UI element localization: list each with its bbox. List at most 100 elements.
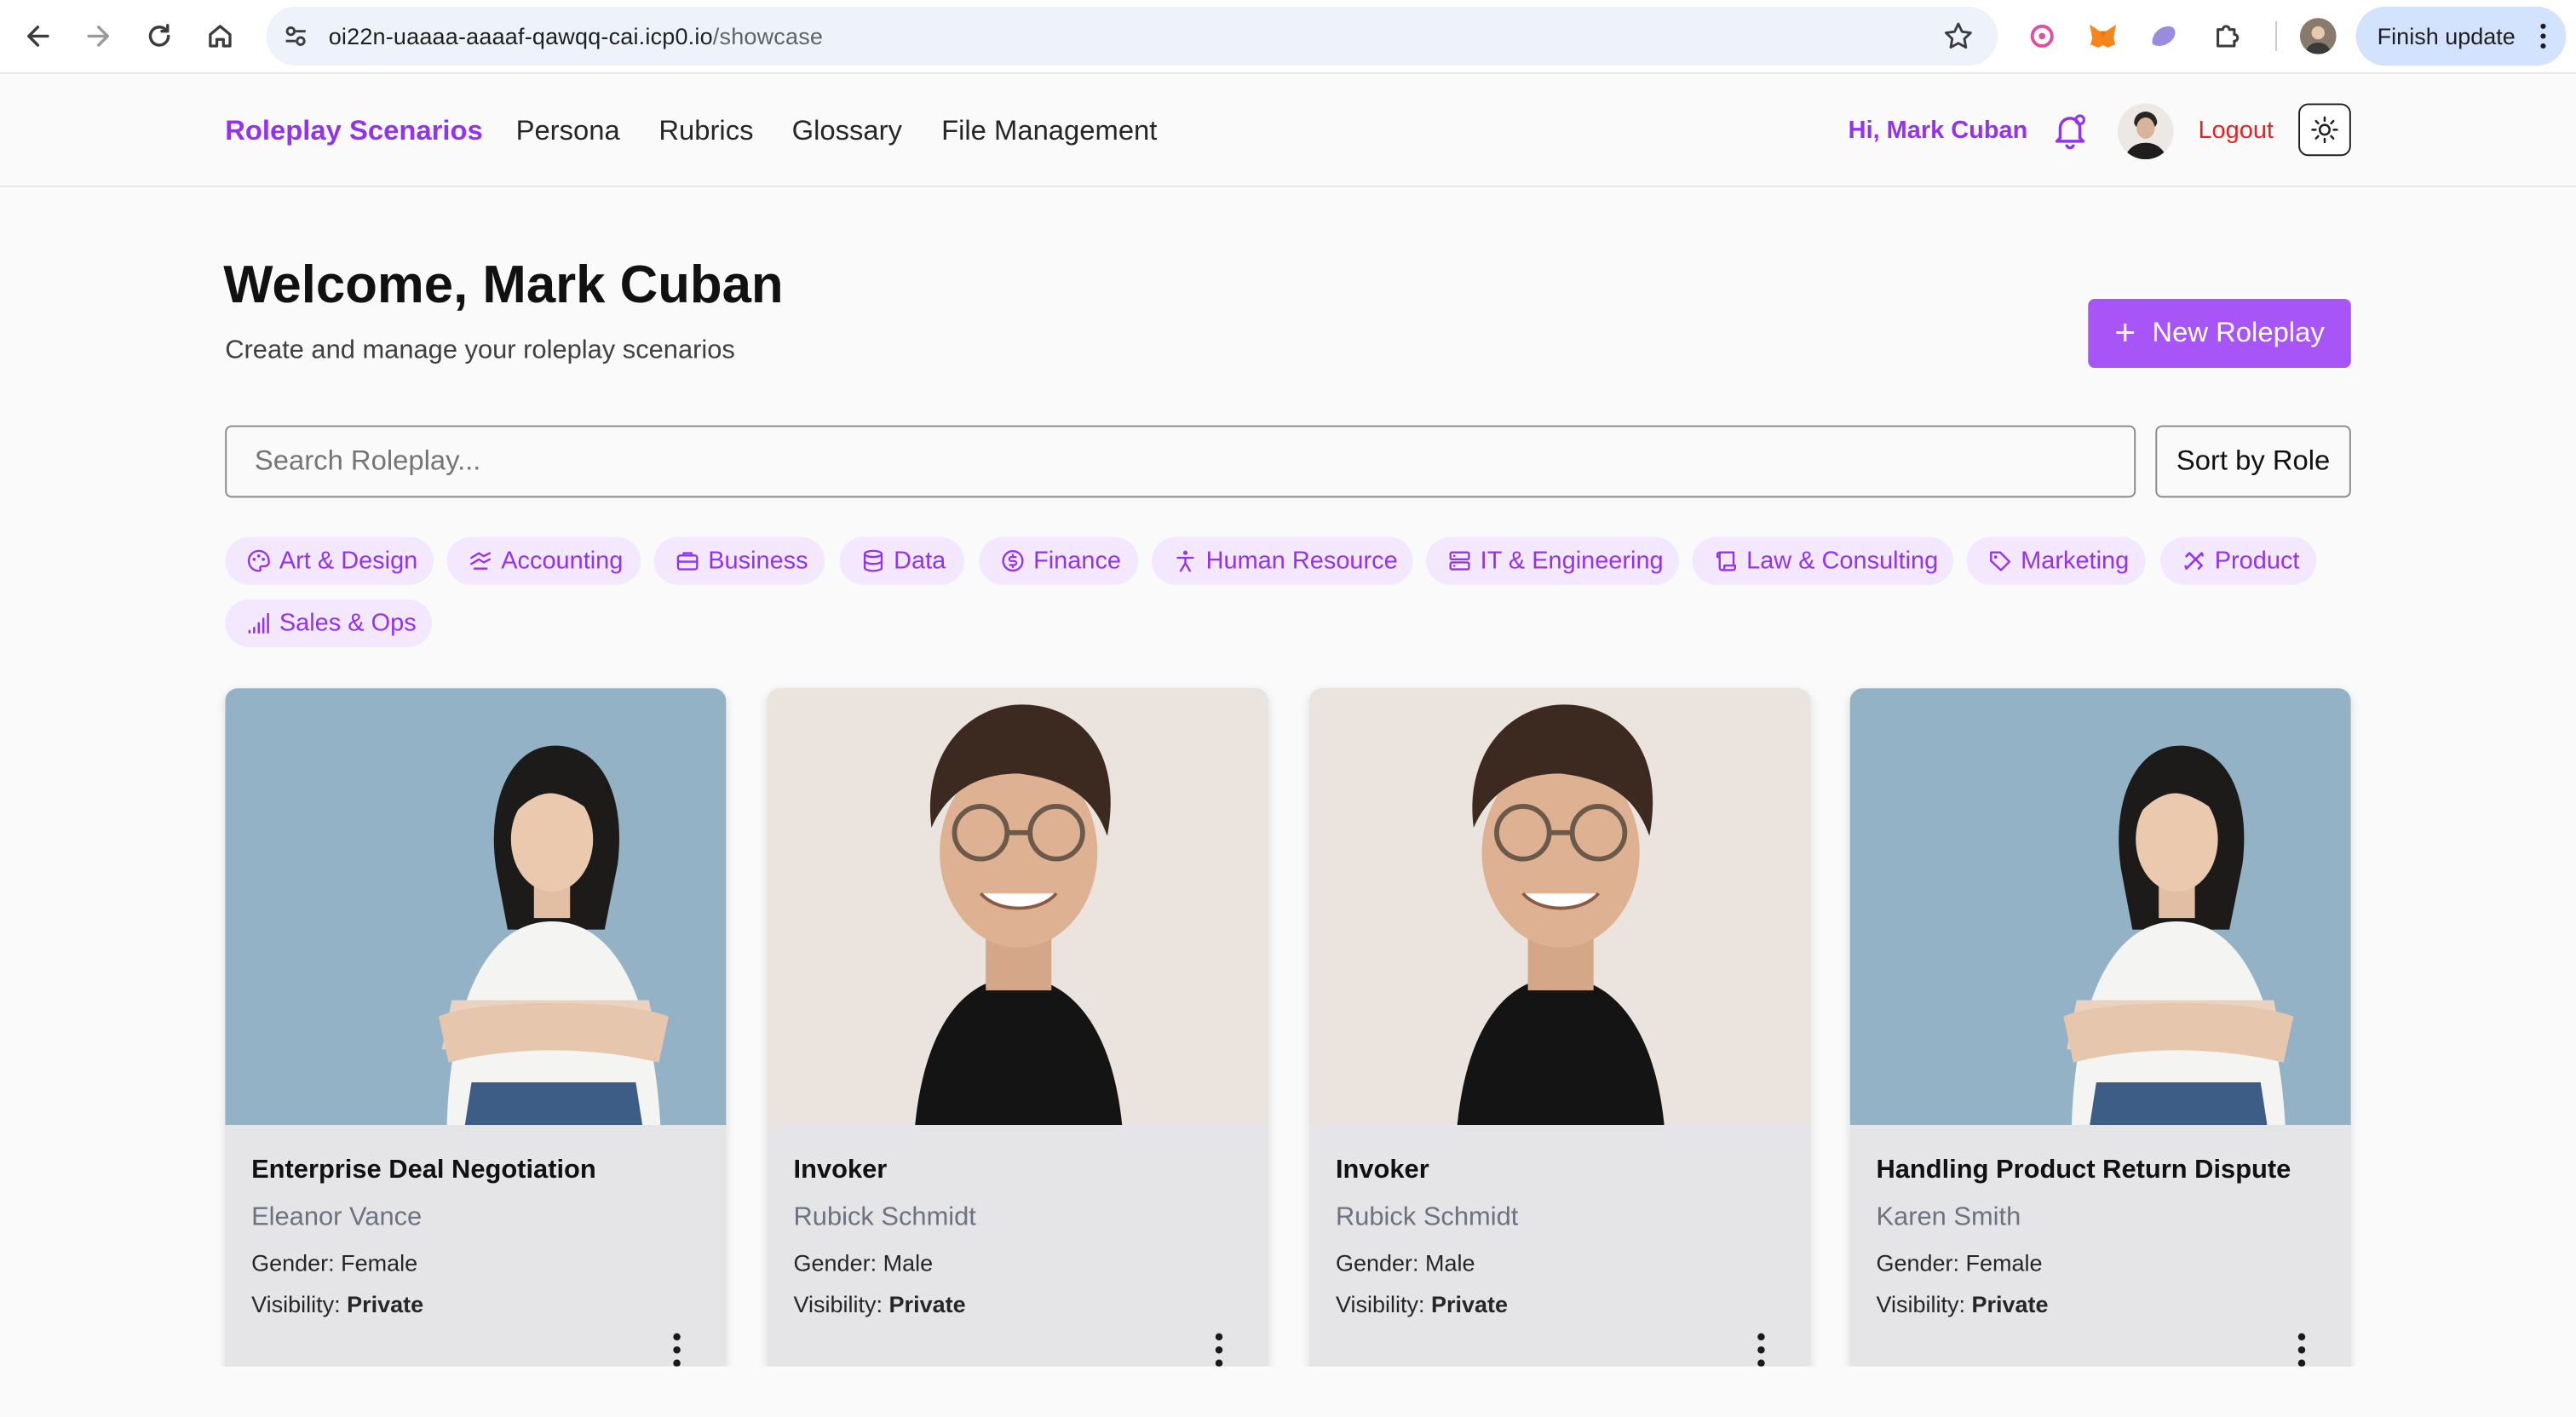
card-visibility: Visibility: Private [251, 1290, 424, 1317]
category-chip-law-consulting[interactable]: Law & Consulting [1692, 536, 1954, 585]
page-title: Welcome, Mark Cuban [223, 254, 784, 314]
category-chip-sales-ops[interactable]: Sales & Ops [225, 599, 433, 647]
card-gender: Gender: Female [1876, 1249, 2043, 1276]
toolbar-divider [2275, 21, 2278, 51]
card-kebab-menu-icon[interactable] [669, 1332, 685, 1367]
logout-link[interactable]: Logout [2198, 117, 2274, 145]
category-chip-accounting[interactable]: Accounting [446, 536, 641, 585]
scroll-icon [1716, 551, 1737, 571]
reload-icon[interactable] [136, 13, 182, 59]
roleplay-card[interactable]: Invoker Rubick Schmidt Gender: Male Visi… [1309, 688, 1811, 1367]
chip-label: IT & Engineering [1480, 547, 1664, 576]
app-window: oi22n-uaaaa-aaaaf-qawqq-cai.icp0.io/show… [0, 0, 2576, 1367]
card-kebab-menu-icon[interactable] [2293, 1332, 2309, 1367]
new-roleplay-button[interactable]: + New Roleplay [2088, 299, 2351, 369]
chip-label: Sales & Ops [279, 609, 417, 638]
card-title: Invoker [1335, 1156, 1429, 1185]
persona-photo [1849, 688, 2351, 1126]
persona-photo [767, 688, 1268, 1126]
card-persona-name: Rubick Schmidt [1335, 1203, 1519, 1232]
kebab-menu-icon [2540, 23, 2546, 49]
category-chip-product[interactable]: Product [2160, 536, 2317, 585]
card-body: Enterprise Deal Negotiation Eleanor Vanc… [225, 1125, 726, 1367]
plus-icon: + [2114, 312, 2136, 353]
category-chip-human-resource[interactable]: Human Resource [1151, 536, 1413, 585]
metamask-fox-icon[interactable] [2084, 18, 2120, 54]
back-arrow-icon[interactable] [14, 13, 60, 59]
bookmark-star-icon[interactable] [1942, 20, 1975, 53]
signal-bars-icon [248, 612, 269, 634]
persona-photo [225, 688, 727, 1126]
extensions-puzzle-icon[interactable] [2210, 18, 2245, 54]
card-gender: Gender: Male [793, 1249, 934, 1276]
dollar-circle-icon [1002, 550, 1024, 572]
nav-rubrics[interactable]: Rubrics [658, 115, 753, 148]
notification-bell-icon[interactable] [2049, 110, 2091, 152]
card-visibility: Visibility: Private [793, 1290, 966, 1317]
chip-label: Product [2214, 547, 2300, 576]
tools-icon [2184, 552, 2204, 570]
finish-update-label: Finish update [2377, 23, 2516, 49]
category-chip-business[interactable]: Business [653, 536, 825, 585]
roleplay-card[interactable]: Invoker Rubick Schmidt Gender: Male Visi… [767, 688, 1268, 1367]
finish-update-button[interactable]: Finish update [2355, 6, 2567, 66]
roleplay-card[interactable]: Enterprise Deal Negotiation Eleanor Vanc… [225, 688, 727, 1367]
category-chip-marketing[interactable]: Marketing [1966, 536, 2146, 585]
category-chip-art-design[interactable]: Art & Design [225, 536, 434, 585]
card-visibility: Visibility: Private [1335, 1290, 1509, 1317]
card-visibility: Visibility: Private [1876, 1290, 2049, 1317]
card-title: Handling Product Return Dispute [1876, 1156, 2291, 1185]
chip-label: Marketing [2021, 547, 2130, 576]
home-icon[interactable] [197, 13, 243, 59]
card-persona-name: Karen Smith [1876, 1203, 2021, 1232]
app-header: Roleplay Scenarios Persona Rubrics Gloss… [0, 75, 2576, 187]
briefcase-icon [676, 552, 699, 571]
accounting-icon [470, 552, 492, 570]
tag-icon [1990, 551, 2011, 571]
site-settings-icon[interactable] [279, 20, 313, 53]
server-icon [1449, 551, 1470, 571]
category-chip-finance[interactable]: Finance [979, 536, 1139, 585]
card-body: Invoker Rubick Schmidt Gender: Male Visi… [1309, 1125, 1810, 1367]
card-kebab-menu-icon[interactable] [1210, 1332, 1227, 1367]
card-title: Enterprise Deal Negotiation [251, 1156, 596, 1185]
nav-persona[interactable]: Persona [516, 115, 620, 148]
chip-label: Accounting [501, 547, 624, 576]
chip-label: Law & Consulting [1746, 547, 1939, 576]
user-avatar[interactable] [2117, 103, 2174, 160]
palette-icon [247, 549, 270, 572]
page-subtitle: Create and manage your roleplay scenario… [225, 336, 735, 365]
theme-toggle-button[interactable] [2298, 103, 2351, 157]
nav-file-management[interactable]: File Management [941, 115, 1157, 148]
card-kebab-menu-icon[interactable] [1753, 1332, 1769, 1367]
card-body: Invoker Rubick Schmidt Gender: Male Visi… [768, 1125, 1268, 1367]
user-greeting: Hi, Mark Cuban [1848, 116, 2028, 145]
new-roleplay-label: New Roleplay [2152, 317, 2325, 348]
sun-icon [2311, 116, 2338, 144]
brand-link[interactable]: Roleplay Scenarios [225, 115, 482, 148]
card-body: Handling Product Return Dispute Karen Sm… [1850, 1125, 2351, 1367]
chip-label: Human Resource [1205, 547, 1398, 576]
card-title: Invoker [793, 1156, 888, 1185]
address-bar[interactable]: oi22n-uaaaa-aaaaf-qawqq-cai.icp0.io/show… [266, 6, 1998, 66]
card-persona-name: Eleanor Vance [251, 1203, 423, 1232]
category-chip-data[interactable]: Data [839, 536, 965, 585]
extension-unicorn-icon[interactable] [2024, 18, 2060, 54]
card-gender: Gender: Female [251, 1249, 418, 1276]
persona-photo [1309, 688, 1811, 1126]
nav-glossary[interactable]: Glossary [792, 115, 902, 148]
url-text: oi22n-uaaaa-aaaaf-qawqq-cai.icp0.io/show… [328, 23, 824, 49]
database-icon [863, 549, 883, 572]
roleplay-card[interactable]: Handling Product Return Dispute Karen Sm… [1849, 688, 2351, 1367]
card-persona-name: Rubick Schmidt [793, 1203, 976, 1232]
chip-label: Data [894, 547, 946, 576]
chip-label: Finance [1033, 547, 1122, 576]
extension-purple-icon[interactable] [2146, 18, 2182, 54]
search-input[interactable] [225, 425, 2136, 498]
browser-profile-avatar[interactable] [2300, 18, 2337, 54]
browser-toolbar: oi22n-uaaaa-aaaaf-qawqq-cai.icp0.io/show… [0, 0, 2576, 74]
category-chip-it-engineering[interactable]: IT & Engineering [1426, 536, 1680, 585]
chip-label: Business [708, 547, 808, 576]
forward-arrow-icon[interactable] [76, 13, 122, 59]
sort-by-role-button[interactable]: Sort by Role [2155, 425, 2351, 498]
